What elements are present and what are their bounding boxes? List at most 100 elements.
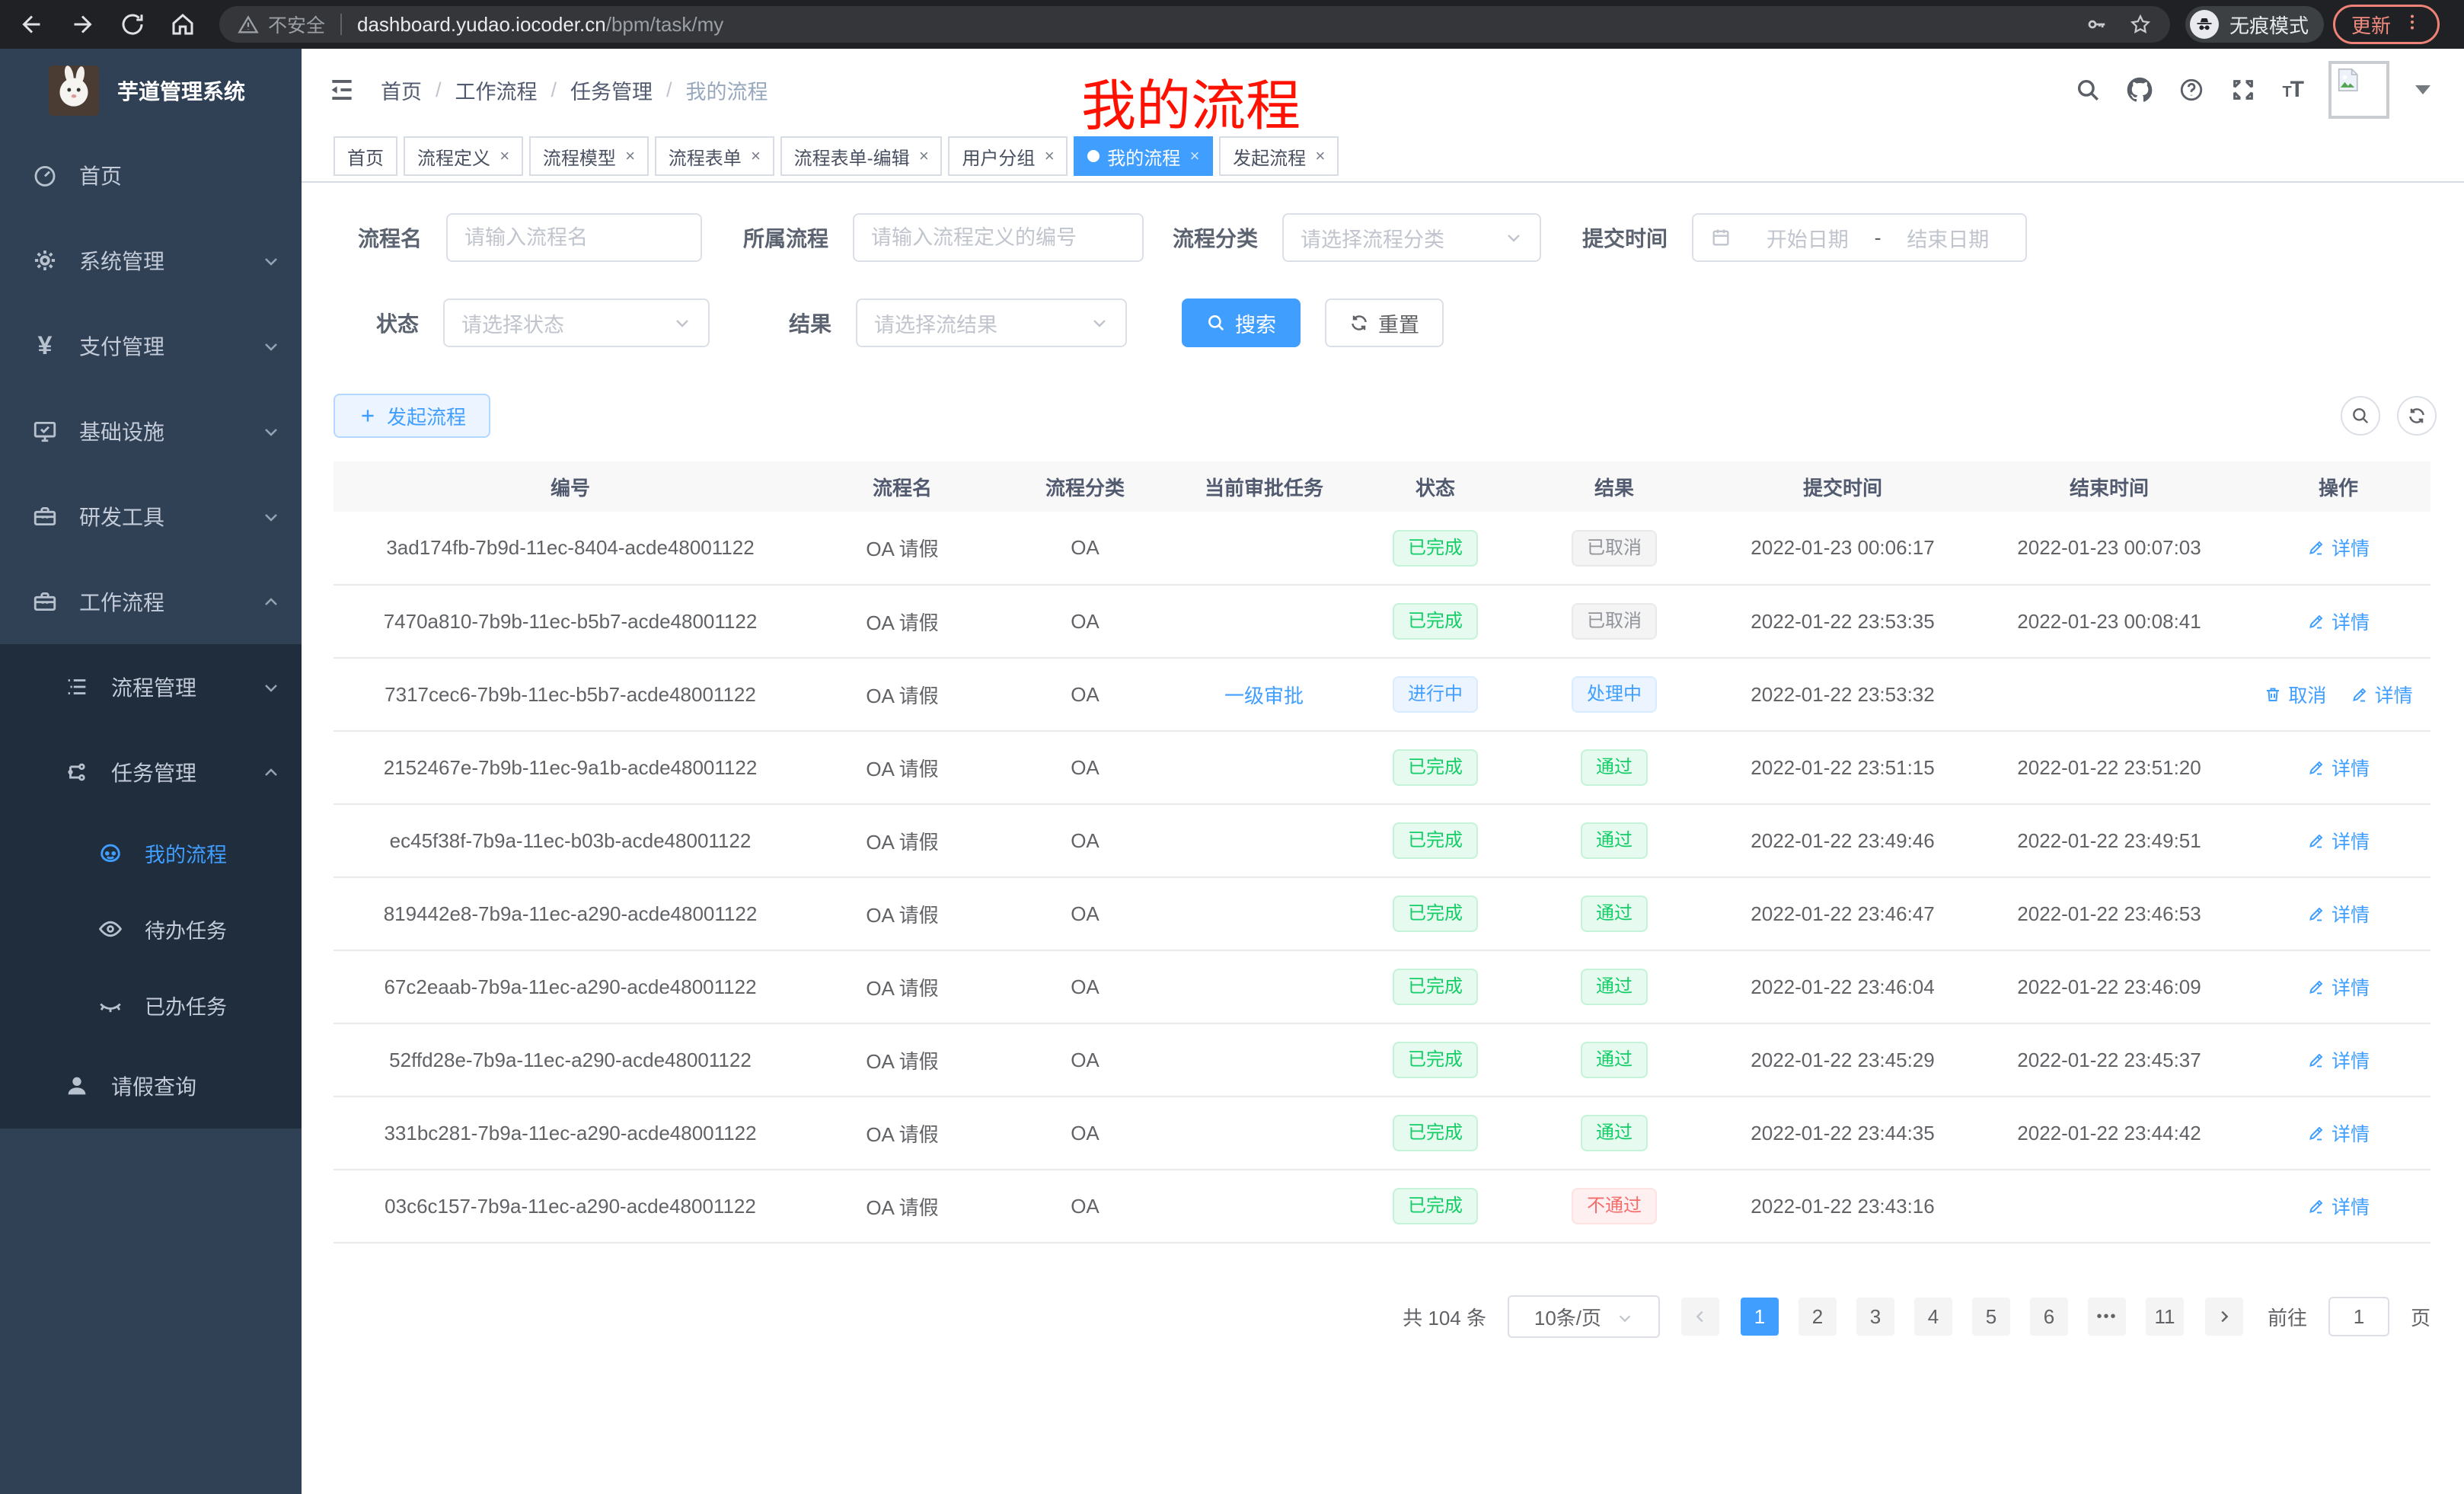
browser-forward-icon[interactable]: [69, 11, 96, 38]
avatar-caret-icon[interactable]: [2415, 85, 2430, 94]
detail-link[interactable]: 详情: [2307, 754, 2370, 781]
page-button[interactable]: 3: [1856, 1298, 1894, 1336]
process-id: 3ad174fb-7b9d-11ec-8404-acde48001122: [386, 536, 754, 559]
sidebar-item-done-tasks[interactable]: 已办任务: [0, 967, 302, 1043]
sidebar-item-system[interactable]: 系统管理: [0, 218, 302, 303]
sidebar-item-payment[interactable]: ¥ 支付管理: [0, 303, 302, 388]
current-task-link[interactable]: 一级审批: [1224, 685, 1304, 707]
view-tab[interactable]: 我的流程 ×: [1074, 136, 1213, 176]
tab-close-icon[interactable]: ×: [1189, 146, 1199, 166]
detail-link[interactable]: 详情: [2307, 534, 2370, 561]
detail-link[interactable]: 详情: [2307, 1119, 2370, 1147]
search-button[interactable]: 搜索: [1182, 298, 1301, 347]
help-icon[interactable]: [2178, 77, 2204, 103]
detail-link[interactable]: 详情: [2351, 681, 2413, 708]
page-button[interactable]: 2: [1799, 1298, 1837, 1336]
next-page-button[interactable]: [2205, 1298, 2243, 1336]
end-date-placeholder[interactable]: 结束日期: [1888, 223, 2009, 253]
view-tab[interactable]: 用户分组 ×: [948, 136, 1068, 176]
view-tab[interactable]: 发起流程 ×: [1219, 136, 1339, 176]
page-button[interactable]: 11: [2146, 1298, 2184, 1336]
detail-link[interactable]: 详情: [2307, 827, 2370, 854]
page-size-select[interactable]: 10条/页: [1508, 1295, 1660, 1338]
refresh-table-button[interactable]: [2397, 396, 2437, 436]
chevron-down-icon: [1505, 228, 1523, 247]
status-select[interactable]: 请选择状态: [443, 298, 710, 347]
detail-link[interactable]: 详情: [2307, 1046, 2370, 1074]
sidebar-item-infrastructure[interactable]: 基础设施: [0, 388, 302, 474]
github-icon[interactable]: [2127, 77, 2153, 103]
tab-close-icon[interactable]: ×: [751, 146, 761, 166]
fullscreen-icon[interactable]: [2230, 77, 2256, 103]
table-header-row: 编号 流程名 流程分类 当前审批任务 状态 结果 提交时间 结束时间 操作: [334, 461, 2430, 512]
not-secure-warning-icon[interactable]: [238, 14, 259, 35]
sidebar-item-process-mgmt[interactable]: 流程管理: [0, 644, 302, 729]
sidebar-item-task-mgmt[interactable]: 任务管理: [0, 729, 302, 815]
category-placeholder: 请选择流程分类: [1301, 223, 1444, 253]
goto-page-input[interactable]: [2328, 1297, 2389, 1336]
show-search-button[interactable]: [2341, 396, 2380, 436]
avatar[interactable]: [2328, 61, 2389, 119]
tab-close-icon[interactable]: ×: [625, 146, 635, 166]
detail-link[interactable]: 详情: [2307, 1192, 2370, 1220]
browser-update-button[interactable]: 更新: [2333, 5, 2440, 44]
tab-close-icon[interactable]: ×: [919, 146, 929, 166]
tab-close-icon[interactable]: ×: [500, 146, 509, 166]
address-bar[interactable]: 不安全 dashboard.yudao.iocoder.cn/bpm/task/…: [219, 6, 2170, 43]
font-size-icon[interactable]: TT: [2282, 77, 2303, 103]
process-name-input[interactable]: [446, 213, 702, 262]
view-tab[interactable]: 流程模型 ×: [529, 136, 649, 176]
cancel-link[interactable]: 取消: [2264, 681, 2326, 708]
reset-button[interactable]: 重置: [1325, 298, 1444, 347]
create-process-button[interactable]: 发起流程: [334, 394, 490, 438]
submit-time-range-picker[interactable]: 开始日期 - 结束日期: [1692, 213, 2027, 262]
detail-link[interactable]: 详情: [2307, 608, 2370, 635]
tab-close-icon[interactable]: ×: [1044, 146, 1054, 166]
page-button[interactable]: 1: [1741, 1298, 1779, 1336]
detail-link[interactable]: 详情: [2307, 900, 2370, 927]
page-button[interactable]: •••: [2088, 1298, 2126, 1336]
password-key-icon[interactable]: [2085, 13, 2108, 36]
flow-branch-icon: [64, 759, 90, 785]
breadcrumb-task-mgmt[interactable]: 任务管理: [570, 75, 653, 105]
update-label[interactable]: 更新: [2351, 11, 2391, 39]
sidebar-item-todo-tasks[interactable]: 待办任务: [0, 891, 302, 967]
bookmark-star-icon[interactable]: [2129, 13, 2152, 36]
browser-home-icon[interactable]: [169, 11, 196, 38]
app-logo-row[interactable]: 芋道管理系统: [0, 49, 302, 132]
sidebar-item-devtools[interactable]: 研发工具: [0, 474, 302, 559]
sidebar-collapse-icon[interactable]: [327, 75, 356, 104]
tab-close-icon[interactable]: ×: [1315, 146, 1325, 166]
page-button[interactable]: 5: [1972, 1298, 2010, 1336]
sidebar-item-my-process[interactable]: 我的流程: [0, 815, 302, 891]
table-row: 3ad174fb-7b9d-11ec-8404-acde48001122 OA …: [334, 512, 2430, 585]
prev-page-button[interactable]: [1681, 1298, 1719, 1336]
url-path[interactable]: /bpm/task/my: [606, 13, 724, 37]
table-row: 67c2eaab-7b9a-11ec-a290-acde48001122 OA …: [334, 950, 2430, 1023]
browser-back-icon[interactable]: [18, 11, 46, 38]
url-host[interactable]: dashboard.yudao.iocoder.cn: [357, 13, 606, 37]
browser-reload-icon[interactable]: [119, 11, 146, 38]
start-date-placeholder[interactable]: 开始日期: [1747, 223, 1869, 253]
sidebar-item-workflow[interactable]: 工作流程: [0, 559, 302, 644]
sidebar-item-home[interactable]: 首页: [0, 132, 302, 218]
category-select[interactable]: 请选择流程分类: [1282, 213, 1541, 262]
process-definition-input[interactable]: [853, 213, 1144, 262]
breadcrumb-home[interactable]: 首页: [381, 75, 422, 105]
view-tab[interactable]: 流程定义 ×: [404, 136, 523, 176]
status-placeholder: 请选择状态: [461, 308, 564, 338]
view-tab[interactable]: 流程表单-编辑 ×: [780, 136, 943, 176]
view-tab[interactable]: 流程表单 ×: [655, 136, 774, 176]
sidebar-item-leave-query[interactable]: 请假查询: [0, 1043, 302, 1128]
result-select[interactable]: 请选择流结果: [856, 298, 1127, 347]
security-label[interactable]: 不安全: [268, 11, 325, 38]
breadcrumb-workflow[interactable]: 工作流程: [455, 75, 538, 105]
process-name-input-field[interactable]: [464, 226, 684, 250]
page-button[interactable]: 4: [1914, 1298, 1952, 1336]
process-definition-input-field[interactable]: [871, 226, 1125, 250]
view-tab[interactable]: 首页: [334, 136, 397, 176]
page-button[interactable]: 6: [2030, 1298, 2068, 1336]
header-search-icon[interactable]: [2075, 77, 2101, 103]
browser-menu-icon[interactable]: [2403, 11, 2421, 38]
detail-link[interactable]: 详情: [2307, 973, 2370, 1001]
